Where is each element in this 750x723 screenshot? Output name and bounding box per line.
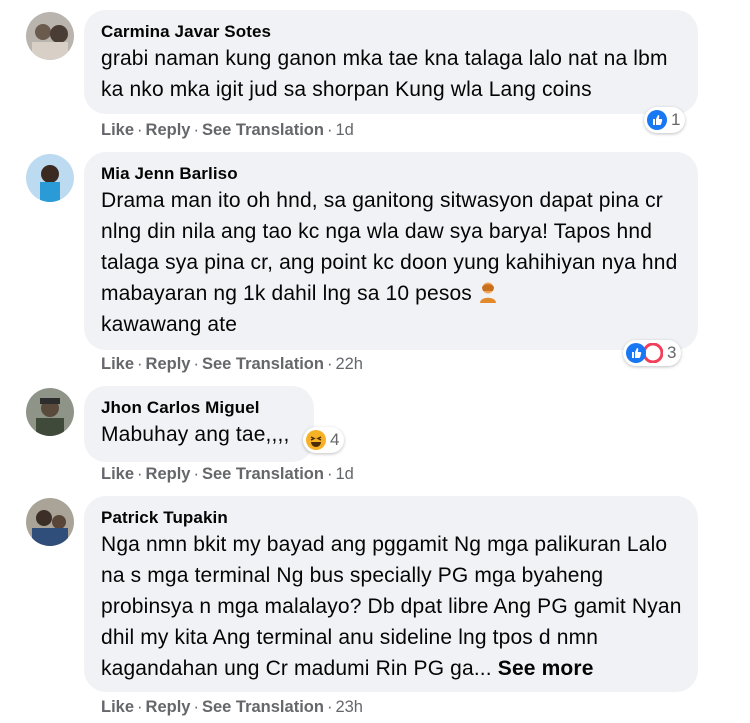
reply-link[interactable]: Reply (146, 355, 191, 373)
person-emoji-icon (478, 281, 498, 303)
comment-text: Drama man ito oh hnd, sa ganitong sitwas… (101, 189, 678, 336)
timestamp[interactable]: 23h (335, 698, 363, 716)
separator-dot: · (326, 355, 333, 373)
see-translation-link[interactable]: See Translation (202, 121, 324, 139)
comment-text: Nga nmn bkit my bayad ang pggamit Ng mga… (101, 533, 682, 680)
reply-link[interactable]: Reply (146, 698, 191, 716)
comment-bubble: Carmina Javar Sotes grabi naman kung gan… (84, 10, 698, 114)
comment-bubble: Mia Jenn Barliso Drama man ito oh hnd, s… (84, 152, 698, 350)
separator-dot: · (193, 355, 199, 373)
comment-actions: Like · Reply · See Translation · 23h (101, 698, 363, 717)
comment-text: Mabuhay ang tae,,,, (101, 423, 290, 446)
avatar[interactable] (26, 388, 74, 436)
separator-dot: · (137, 698, 143, 716)
like-reaction-icon (647, 110, 667, 130)
comment-bubble: Jhon Carlos Miguel Mabuhay ang tae,,,, (84, 386, 314, 462)
timestamp[interactable]: 1d (335, 465, 353, 483)
haha-reaction-icon (306, 430, 326, 450)
reaction-count: 3 (667, 343, 677, 362)
comment-bubble: Patrick Tupakin Nga nmn bkit my bayad an… (84, 496, 698, 692)
separator-dot: · (137, 121, 143, 139)
like-reaction-icon (626, 343, 646, 363)
comment-text: grabi naman kung ganon mka tae kna talag… (101, 47, 668, 101)
timestamp[interactable]: 1d (335, 121, 353, 139)
separator-dot: · (193, 465, 199, 483)
separator-dot: · (326, 465, 333, 483)
like-link[interactable]: Like (101, 465, 134, 483)
avatar[interactable] (26, 498, 74, 546)
like-link[interactable]: Like (101, 698, 134, 716)
reaction-count: 1 (671, 110, 681, 129)
see-translation-link[interactable]: See Translation (202, 698, 324, 716)
separator-dot: · (326, 121, 333, 139)
see-more-link[interactable]: See more (498, 657, 594, 680)
avatar[interactable] (26, 154, 74, 202)
like-link[interactable]: Like (101, 121, 134, 139)
avatar[interactable] (26, 12, 74, 60)
reaction-summary[interactable]: 4 (303, 427, 345, 453)
reaction-summary[interactable]: 3 (623, 340, 682, 366)
separator-dot: · (193, 121, 199, 139)
see-translation-link[interactable]: See Translation (202, 355, 324, 373)
reply-link[interactable]: Reply (146, 121, 191, 139)
care-reaction-icon (642, 342, 664, 364)
comment-actions: Like · Reply · See Translation · 1d (101, 121, 354, 140)
separator-dot: · (137, 355, 143, 373)
comment-author[interactable]: Carmina Javar Sotes (101, 21, 682, 43)
comment-author[interactable]: Patrick Tupakin (101, 507, 682, 529)
comment-author[interactable]: Jhon Carlos Miguel (101, 397, 298, 419)
reaction-summary[interactable]: 1 (644, 107, 686, 133)
see-translation-link[interactable]: See Translation (202, 465, 324, 483)
comment-actions: Like · Reply · See Translation · 1d (101, 465, 354, 484)
separator-dot: · (193, 698, 199, 716)
reply-link[interactable]: Reply (146, 465, 191, 483)
reaction-count: 4 (330, 430, 340, 449)
comment-author[interactable]: Mia Jenn Barliso (101, 163, 682, 185)
separator-dot: · (326, 698, 333, 716)
like-link[interactable]: Like (101, 355, 134, 373)
separator-dot: · (137, 465, 143, 483)
comment-actions: Like · Reply · See Translation · 22h (101, 355, 363, 374)
timestamp[interactable]: 22h (335, 355, 363, 373)
